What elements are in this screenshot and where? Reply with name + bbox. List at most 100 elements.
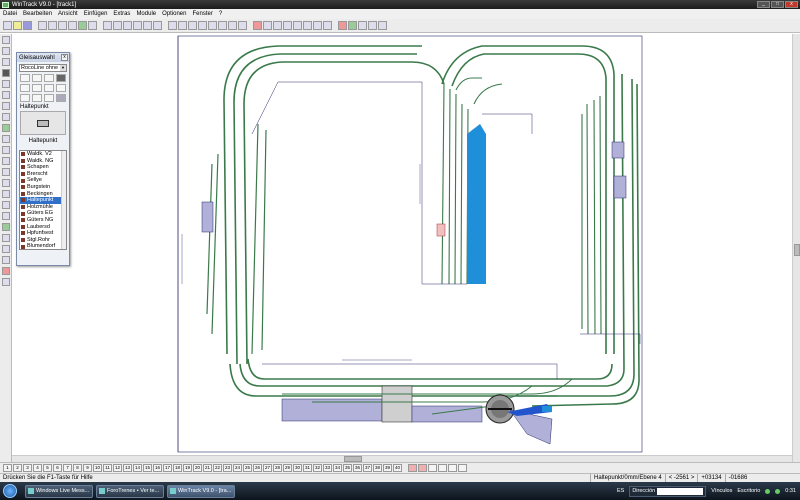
list-item[interactable]: Holzmühle xyxy=(20,204,66,211)
layer-tab[interactable]: 30 xyxy=(293,464,302,472)
close-button[interactable]: x xyxy=(785,1,798,8)
menu-optionen[interactable]: Optionen xyxy=(162,11,186,17)
menu-extras[interactable]: Extras xyxy=(113,11,130,17)
layer-visibility-icon[interactable] xyxy=(408,464,417,472)
layer-tab[interactable]: 4 xyxy=(33,464,42,472)
first-layer-icon[interactable] xyxy=(428,464,437,472)
layer-tab[interactable]: 8 xyxy=(73,464,82,472)
list-item[interactable]: Blumendorf xyxy=(20,243,66,249)
taskbar-item-wintrack[interactable]: WinTrack V9.0 - [tra... xyxy=(167,484,235,498)
track-plan-drawing[interactable] xyxy=(12,34,792,462)
layer-tab[interactable]: 20 xyxy=(193,464,202,472)
grid-icon[interactable] xyxy=(78,21,87,30)
layer-tab[interactable]: 28 xyxy=(273,464,282,472)
zoom-in-icon[interactable] xyxy=(103,21,112,30)
label-icon[interactable] xyxy=(1,278,10,286)
bridge-icon[interactable] xyxy=(1,190,10,198)
align-icon[interactable] xyxy=(273,21,282,30)
list-item[interactable]: Sellye xyxy=(20,177,66,184)
layer-tab[interactable]: 2 xyxy=(13,464,22,472)
pencil-icon[interactable] xyxy=(228,21,237,30)
house-icon[interactable] xyxy=(1,168,10,176)
straight-track-icon[interactable] xyxy=(20,74,30,82)
signal-post-icon[interactable] xyxy=(32,84,42,92)
list-item-selected[interactable]: Haltepunkt xyxy=(20,197,66,204)
layer-tab[interactable]: 34 xyxy=(333,464,342,472)
menu-module[interactable]: Module xyxy=(136,11,156,17)
layer-tab[interactable]: 25 xyxy=(243,464,252,472)
taskbar-item-messenger[interactable]: Windows Live Mess... xyxy=(25,484,93,498)
layer-tab[interactable]: 1 xyxy=(3,464,12,472)
palette-title-bar[interactable]: Gleisauswahl x xyxy=(17,53,69,62)
list-item[interactable]: Hpfunfsest xyxy=(20,230,66,237)
layer-tab[interactable]: 21 xyxy=(203,464,212,472)
road-icon[interactable] xyxy=(1,234,10,242)
track-straight-icon[interactable] xyxy=(168,21,177,30)
clock[interactable]: 0:31 xyxy=(785,488,796,494)
horizontal-scrollbar[interactable] xyxy=(12,455,792,462)
layer-tab[interactable]: 12 xyxy=(113,464,122,472)
track-curve-icon[interactable] xyxy=(178,21,187,30)
vehicle-icon[interactable] xyxy=(20,94,30,102)
track-system-dropdown[interactable]: RocoLine ohne ▼ xyxy=(19,64,67,72)
start-button[interactable] xyxy=(3,484,17,498)
height-icon[interactable] xyxy=(293,21,302,30)
copy-icon[interactable] xyxy=(48,21,57,30)
layer-tab[interactable]: 33 xyxy=(323,464,332,472)
layer-tab[interactable]: 38 xyxy=(373,464,382,472)
select-icon[interactable] xyxy=(1,47,10,55)
color-icon[interactable] xyxy=(323,21,332,30)
refresh-icon[interactable] xyxy=(153,21,162,30)
layer-tab[interactable]: 37 xyxy=(363,464,372,472)
maximize-button[interactable]: □ xyxy=(771,1,784,8)
vertical-scrollbar[interactable] xyxy=(792,34,800,462)
pointer-icon[interactable] xyxy=(1,36,10,44)
language-indicator[interactable]: ES xyxy=(617,488,624,494)
polygon-icon[interactable] xyxy=(1,113,10,121)
list-scrollbar[interactable] xyxy=(61,151,66,249)
desktop-label[interactable]: Escritorio xyxy=(737,488,760,494)
3d-view-icon[interactable] xyxy=(368,21,377,30)
layer-tab[interactable]: 11 xyxy=(103,464,112,472)
signal-icon[interactable] xyxy=(1,212,10,220)
list-item[interactable]: Güters NG xyxy=(20,217,66,224)
open-folder-icon[interactable] xyxy=(13,21,22,30)
text-icon[interactable] xyxy=(238,21,247,30)
water-icon[interactable] xyxy=(1,245,10,253)
network-icon[interactable] xyxy=(765,488,771,494)
list-item[interactable]: Schapen xyxy=(20,164,66,171)
layer-tab[interactable]: 13 xyxy=(123,464,132,472)
layer-tab[interactable]: 29 xyxy=(283,464,292,472)
zoom-out-icon[interactable] xyxy=(113,21,122,30)
list-item[interactable]: Waldk. V2 xyxy=(20,151,66,158)
tunnel-icon[interactable] xyxy=(1,201,10,209)
zoom-all-icon[interactable] xyxy=(133,21,142,30)
layer-tab[interactable]: 19 xyxy=(183,464,192,472)
slope-tool-icon[interactable] xyxy=(1,69,10,77)
turntable-icon[interactable] xyxy=(56,74,66,82)
building-palette-icon[interactable] xyxy=(32,94,42,102)
layer-tab[interactable]: 15 xyxy=(143,464,152,472)
vertical-scroll-thumb[interactable] xyxy=(794,244,800,256)
list-icon[interactable] xyxy=(358,21,367,30)
address-toolbar[interactable]: Dirección xyxy=(629,485,707,497)
rectangle-icon[interactable] xyxy=(1,80,10,88)
layer-tab[interactable]: 24 xyxy=(233,464,242,472)
layer-tab[interactable]: 7 xyxy=(63,464,72,472)
menu-fenster[interactable]: Fenster xyxy=(192,11,212,17)
menu-datei[interactable]: Datei xyxy=(3,11,17,17)
layer-tab[interactable]: 5 xyxy=(43,464,52,472)
layer-tab[interactable]: 22 xyxy=(213,464,222,472)
layer-tab[interactable]: 10 xyxy=(93,464,102,472)
layer-tab[interactable]: 40 xyxy=(393,464,402,472)
menu-help[interactable]: ? xyxy=(219,11,222,17)
volume-icon[interactable] xyxy=(775,488,781,494)
last-layer-icon[interactable] xyxy=(458,464,467,472)
switch-track-icon[interactable] xyxy=(44,74,54,82)
layer-tab[interactable]: 17 xyxy=(163,464,172,472)
palette-close-button[interactable]: x xyxy=(61,54,68,61)
crossing-icon[interactable] xyxy=(44,84,54,92)
minimize-button[interactable]: _ xyxy=(757,1,770,8)
menu-bearbeiten[interactable]: Bearbeiten xyxy=(23,11,52,17)
delete-icon[interactable] xyxy=(338,21,347,30)
